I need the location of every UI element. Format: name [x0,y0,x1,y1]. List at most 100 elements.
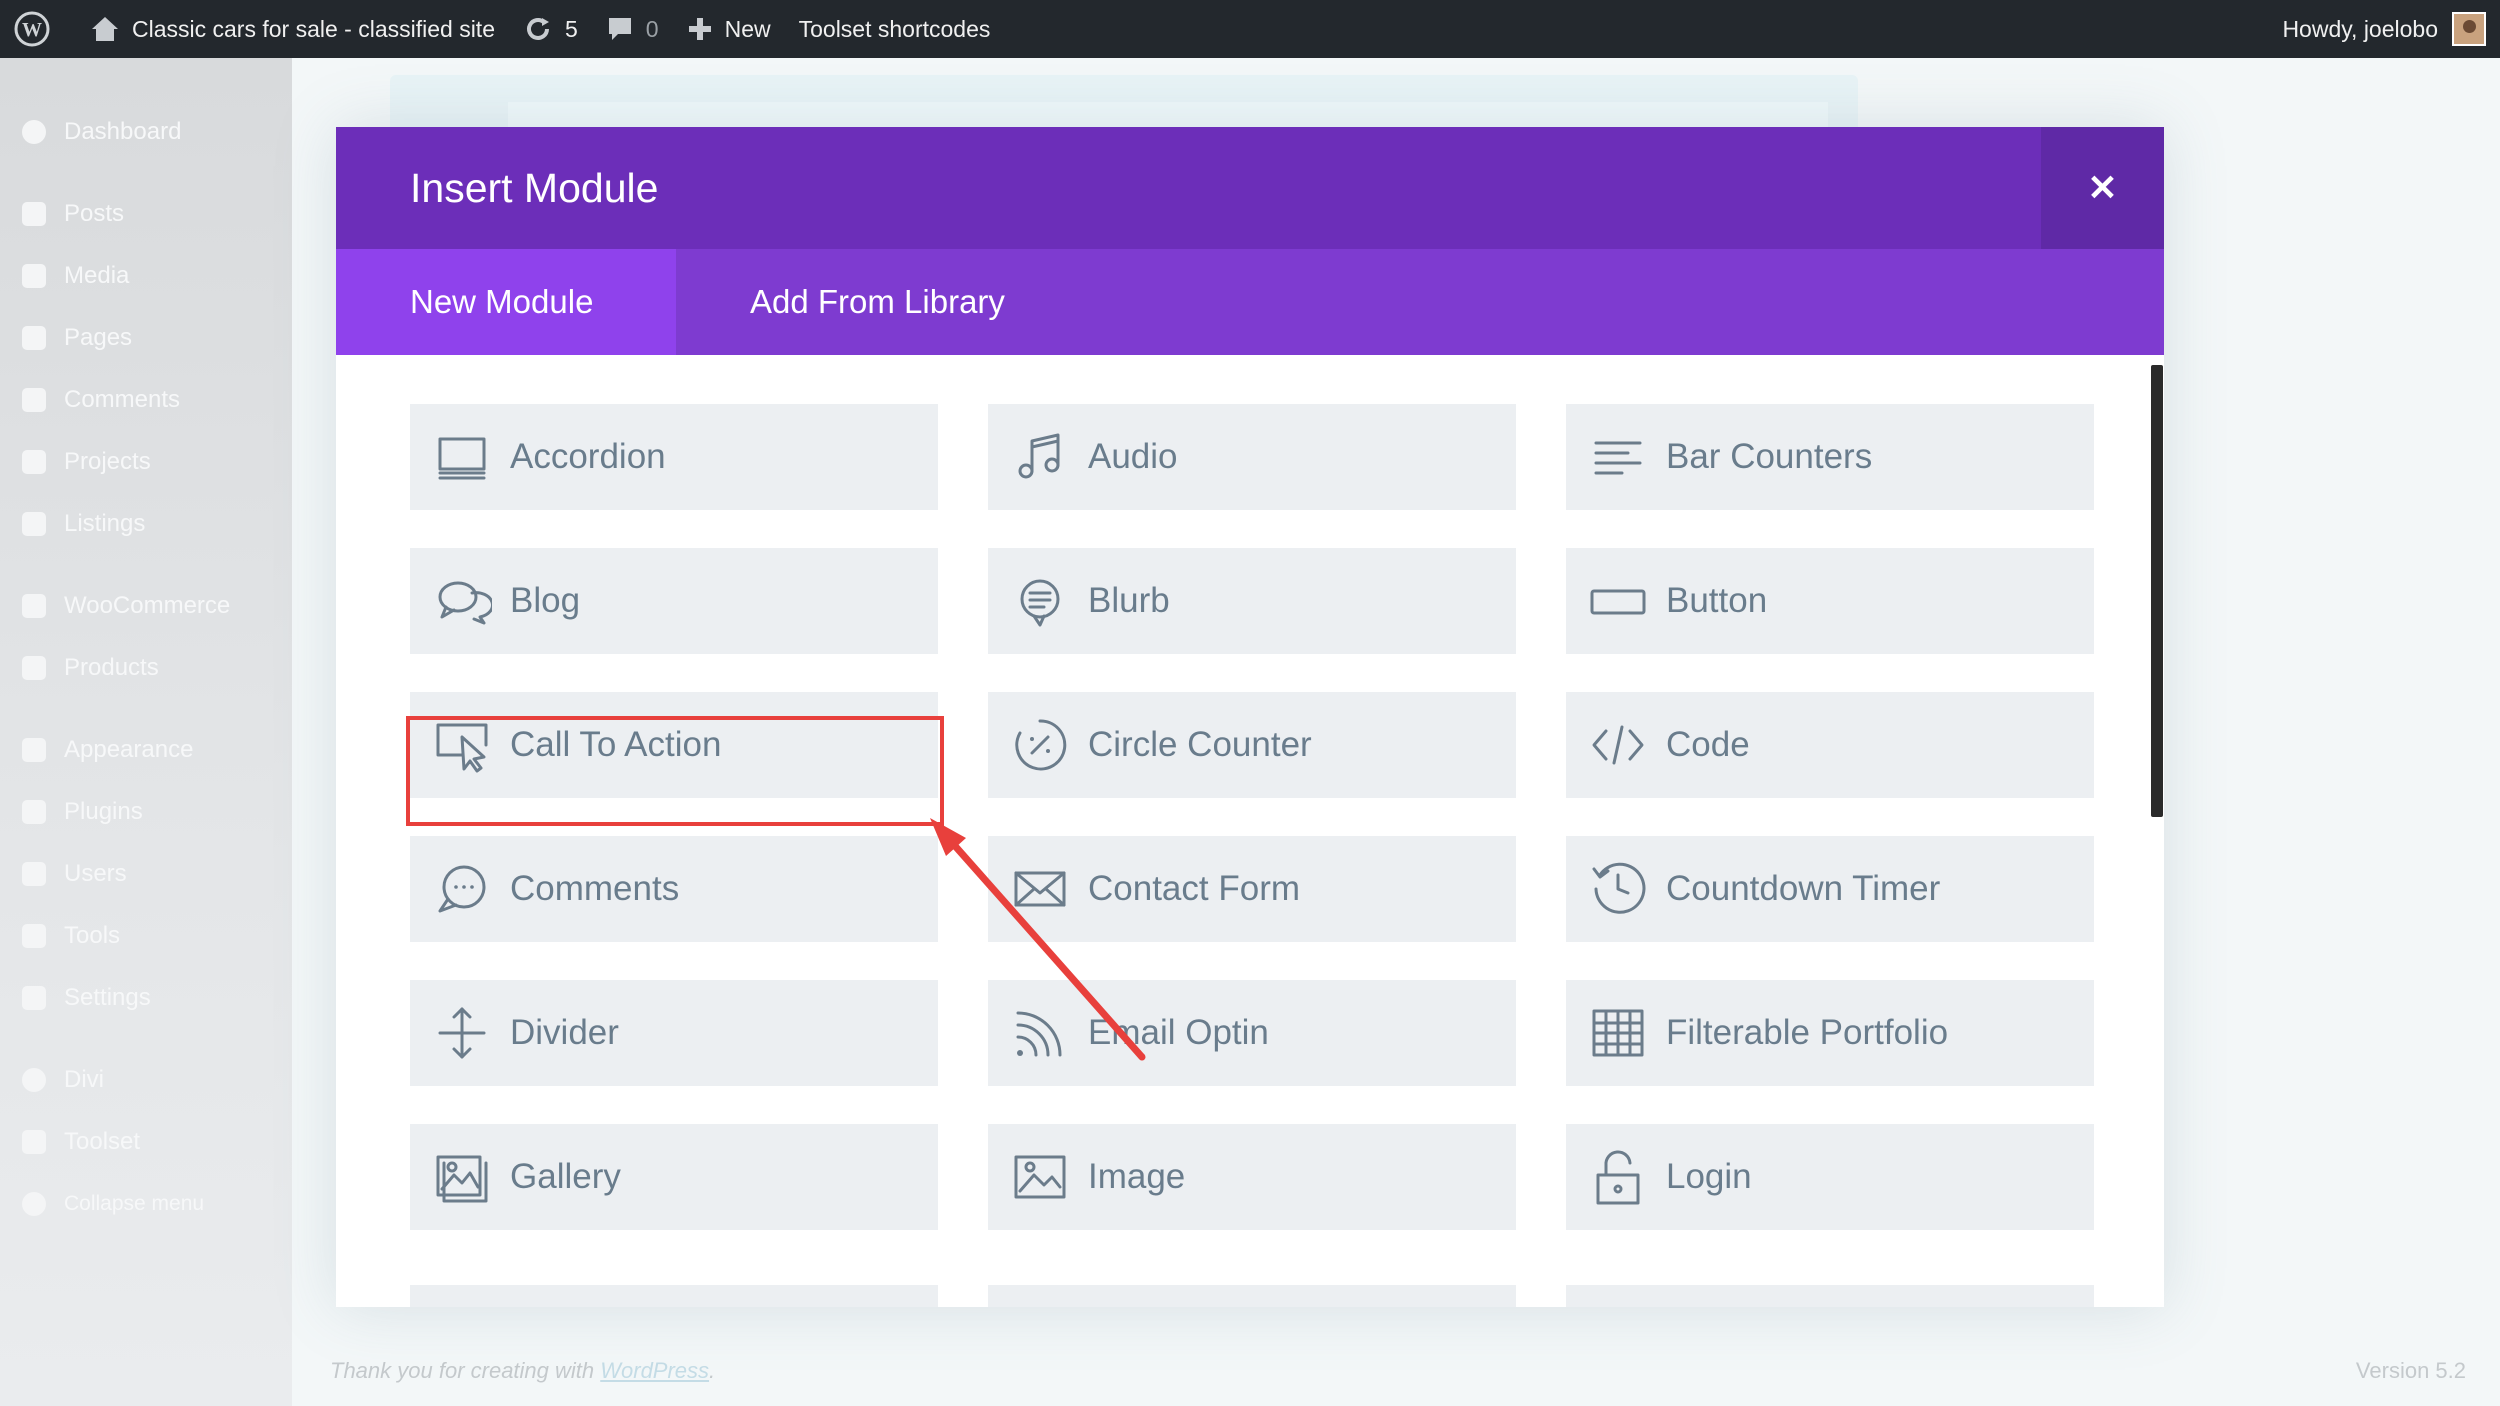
sidebar-item-label: Comments [64,386,181,413]
sidebar-item-label: Divi [64,1066,104,1093]
module-partial[interactable] [1566,1285,2094,1307]
bar-lines-icon [1588,427,1648,487]
footer-version: Version 5.2 [2355,1358,2466,1383]
sidebar-item-collapse-menu[interactable]: Collapse menu [0,1182,292,1226]
sidebar-item-woocommerce[interactable]: WooCommerce [0,584,292,628]
updates-count: 5 [565,15,578,42]
module-audio[interactable]: Audio [988,404,1516,510]
module-accordion[interactable]: Accordion [410,404,938,510]
comment-dots-icon [432,859,492,919]
comments-link[interactable]: 0 [592,0,673,58]
sidebar-item-plugins[interactable]: Plugins [0,790,292,834]
sidebar-item-label: Listings [64,510,146,537]
sidebar-item-pages[interactable]: Pages [0,316,292,360]
module-comments[interactable]: Comments [410,836,938,942]
sidebar-item-settings[interactable]: Settings [0,976,292,1020]
tab-add-from-library[interactable]: Add From Library [676,249,1076,355]
module-label: Circle Counter [1088,725,1312,764]
toolset-shortcodes-link[interactable]: Toolset shortcodes [785,0,1005,58]
updates-link[interactable]: 5 [509,0,592,58]
module-blog[interactable]: Blog [410,548,938,654]
sidebar-item-users[interactable]: Users [0,852,292,896]
module-login[interactable]: Login [1566,1124,2094,1230]
image-icon [1010,1147,1070,1207]
new-label: New [724,15,771,42]
sidebar-item-tools[interactable]: Tools [0,914,292,958]
module-button[interactable]: Button [1566,548,2094,654]
module-partial[interactable] [988,1285,1516,1307]
sidebar-item-label: Products [64,654,159,681]
collapse-icon [16,1189,52,1219]
user-icon [16,859,52,889]
site-name-link[interactable]: Classic cars for sale - classified site [76,0,509,58]
sidebar-item-toolset[interactable]: Toolset [0,1120,292,1164]
wordpress-logo-icon[interactable]: W [0,0,76,58]
module-email-optin[interactable]: Email Optin [988,980,1516,1086]
module-bar-counters[interactable]: Bar Counters [1566,404,2094,510]
sidebar-item-projects[interactable]: Projects [0,440,292,484]
settings-icon [16,983,52,1013]
module-image[interactable]: Image [988,1124,1516,1230]
gallery-icon [432,1147,492,1207]
new-content-link[interactable]: New [673,0,785,58]
home-icon [92,17,118,41]
scrollbar[interactable] [2151,365,2163,817]
close-button[interactable]: ✕ [2041,127,2164,249]
pin-icon [16,199,52,229]
module-label: Email Optin [1088,1013,1269,1052]
module-circle-counter[interactable]: Circle Counter [988,692,1516,798]
module-label: Button [1666,581,1768,620]
module-countdown-timer[interactable]: Countdown Timer [1566,836,2094,942]
sidebar-item-divi[interactable]: Divi [0,1058,292,1102]
module-label: Comments [510,869,680,908]
comment-icon [608,18,631,40]
sidebar-item-media[interactable]: Media [0,254,292,298]
module-gallery[interactable]: Gallery [410,1124,938,1230]
pages-icon [16,323,52,353]
module-divider[interactable]: Divider [410,980,938,1086]
tab-new-module[interactable]: New Module [336,249,676,355]
sidebar-item-products[interactable]: Products [0,646,292,690]
module-label: Accordion [510,437,666,476]
sidebar-item-listings[interactable]: Listings [0,502,292,546]
sidebar-item-label: Tools [64,922,121,949]
divider-arrows-icon [432,1003,492,1063]
module-label: Image [1088,1157,1186,1196]
module-partial[interactable] [410,1285,938,1307]
envelope-icon [1010,859,1070,919]
module-label: Code [1666,725,1750,764]
footer-thanks: Thank you for creating with WordPress. [330,1358,715,1384]
toolset-icon [16,1127,52,1157]
close-icon: ✕ [2087,167,2118,208]
sidebar-item-label: Users [64,860,127,887]
blurb-bubble-icon [1010,571,1070,631]
module-blurb[interactable]: Blurb [988,548,1516,654]
footer-thanks-text: Thank you for creating with [330,1358,601,1383]
sidebar-item-label: Pages [64,324,133,351]
modal-title: Insert Module [410,165,659,211]
module-code[interactable]: Code [1566,692,2094,798]
sidebar-item-comments[interactable]: Comments [0,378,292,422]
comments-count: 0 [645,15,659,42]
refresh-icon [527,18,549,40]
account-menu[interactable]: Howdy, joelobo [2268,0,2500,58]
box-icon [16,653,52,683]
sidebar-item-label: Plugins [64,798,143,825]
grid-icon [1588,1003,1648,1063]
code-brackets-icon [1588,715,1648,775]
button-rectangle-icon [1588,571,1648,631]
sidebar-item-appearance[interactable]: Appearance [0,728,292,772]
admin-bar: W Classic cars for sale - classified sit… [0,0,2500,58]
accordion-icon [432,427,492,487]
module-label: Blog [510,581,581,620]
sidebar-item-posts[interactable]: Posts [0,192,292,236]
woo-icon [16,591,52,621]
wordpress-link[interactable]: WordPress [600,1358,709,1383]
module-filterable-portfolio[interactable]: Filterable Portfolio [1566,980,2094,1086]
modal-tabs: New Module Add From Library [336,249,2164,355]
module-label: Bar Counters [1666,437,1873,476]
module-contact-form[interactable]: Contact Form [988,836,1516,942]
sidebar-item-label: Projects [64,448,151,475]
sidebar-item-dashboard[interactable]: Dashboard [0,110,292,154]
brush-icon [16,735,52,765]
